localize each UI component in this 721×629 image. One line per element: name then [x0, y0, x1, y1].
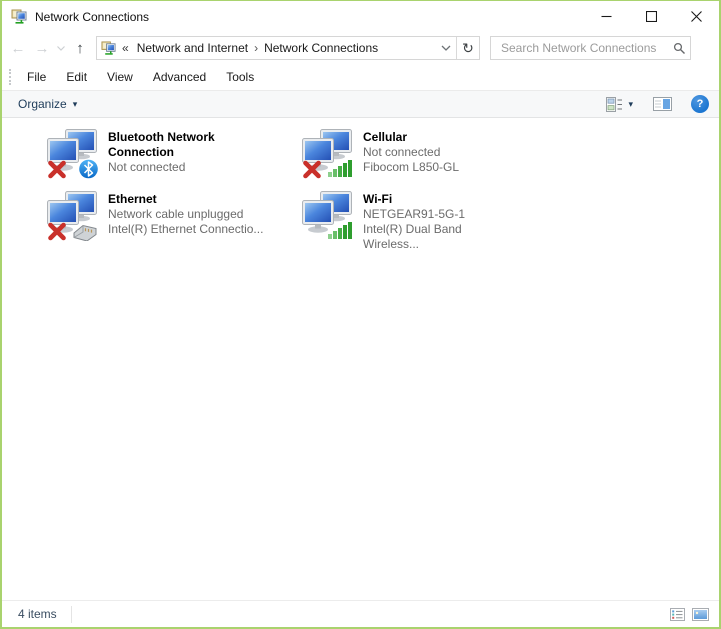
connection-name: Cellular [363, 130, 408, 144]
connection-item-wifi[interactable]: Wi-Fi NETGEAR91-5G-1 Intel(R) Dual Band … [302, 191, 557, 252]
bluetooth-icon [79, 159, 98, 179]
address-location-icon [101, 40, 116, 56]
help-button[interactable]: ? [691, 95, 709, 113]
menu-advanced[interactable]: Advanced [143, 66, 216, 88]
wifi-connection-icon [302, 191, 352, 239]
maximize-button[interactable] [629, 1, 674, 31]
connection-name: Ethernet [108, 192, 157, 206]
recent-locations-button[interactable] [54, 35, 68, 61]
preview-pane-button[interactable] [650, 95, 675, 113]
menu-edit[interactable]: Edit [56, 66, 97, 88]
breadcrumb-network-and-internet[interactable]: Network and Internet [133, 41, 252, 55]
bluetooth-connection-icon [47, 129, 98, 179]
back-button[interactable]: ← [6, 35, 30, 61]
menu-gripper[interactable] [9, 69, 11, 85]
navigation-bar: ← → ↑ « Network and Internet › Network C… [2, 32, 719, 64]
connections-list-area: Bluetooth Network Connection Not connect… [2, 118, 719, 600]
status-bar: 4 items [2, 600, 719, 627]
menu-view[interactable]: View [97, 66, 143, 88]
chevron-down-icon [57, 45, 65, 51]
connection-device: Intel(R) Ethernet Connectio... [108, 222, 264, 236]
up-button[interactable]: ↑ [68, 35, 92, 61]
title-bar: Network Connections [2, 1, 719, 32]
address-bar[interactable]: « Network and Internet › Network Connect… [96, 36, 480, 60]
view-options-icon [606, 96, 623, 112]
organize-label: Organize [18, 97, 67, 111]
window-title: Network Connections [35, 9, 150, 24]
network-connections-app-icon [11, 9, 27, 25]
search-box[interactable] [490, 36, 691, 60]
command-toolbar: Organize ▾ ▾ ? [2, 90, 719, 118]
chevron-down-icon: ▾ [72, 98, 78, 109]
connection-item-ethernet[interactable]: Ethernet Network cable unplugged Intel(R… [47, 191, 302, 252]
minimize-button[interactable] [584, 1, 629, 31]
large-icons-view-button[interactable] [692, 607, 709, 621]
breadcrumb-network-connections[interactable]: Network Connections [260, 41, 382, 55]
breadcrumb-separator: › [254, 41, 259, 55]
forward-icon: → [34, 39, 50, 57]
ethernet-connection-icon [47, 191, 97, 241]
forward-button[interactable]: → [30, 35, 54, 61]
search-icon [673, 42, 685, 54]
connection-name: Wi-Fi [363, 192, 393, 206]
refresh-button[interactable]: ↻ [457, 37, 479, 59]
organize-button[interactable]: Organize ▾ [18, 97, 77, 111]
connection-status: Not connected [363, 145, 441, 159]
connection-item-bluetooth[interactable]: Bluetooth Network Connection Not connect… [47, 129, 302, 179]
up-icon: ↑ [76, 39, 84, 57]
change-view-button[interactable]: ▾ [603, 95, 636, 114]
close-button[interactable] [674, 1, 719, 31]
details-view-button[interactable] [670, 607, 685, 621]
connection-status: Network cable unplugged [108, 207, 244, 221]
ethernet-plug-icon [73, 224, 97, 241]
breadcrumb-overflow[interactable]: « [122, 41, 129, 55]
connection-name: Bluetooth Network Connection [108, 130, 215, 159]
items-count: 4 items [18, 607, 57, 621]
address-dropdown-button[interactable] [436, 37, 456, 59]
menu-bar: File Edit View Advanced Tools [2, 64, 719, 90]
cellular-connection-icon [302, 129, 352, 179]
menu-tools[interactable]: Tools [216, 66, 264, 88]
search-input[interactable] [499, 40, 673, 56]
chevron-down-icon [441, 45, 451, 51]
monitor-front [302, 200, 334, 233]
menu-file[interactable]: File [17, 66, 56, 88]
connection-device: Intel(R) Dual Band Wireless... [363, 222, 462, 251]
help-icon: ? [696, 98, 704, 110]
chevron-down-icon: ▾ [628, 98, 633, 109]
connection-status: Not connected [108, 160, 186, 174]
refresh-icon: ↻ [462, 39, 474, 56]
connection-status: NETGEAR91-5G-1 [363, 207, 466, 221]
connection-device: Fibocom L850-GL [363, 160, 460, 174]
back-icon: ← [10, 39, 26, 57]
connection-item-cellular[interactable]: Cellular Not connected Fibocom L850-GL [302, 129, 557, 179]
preview-pane-icon [653, 97, 672, 111]
network-connections-window: Network Connections ← → ↑ « Network and … [0, 0, 721, 629]
